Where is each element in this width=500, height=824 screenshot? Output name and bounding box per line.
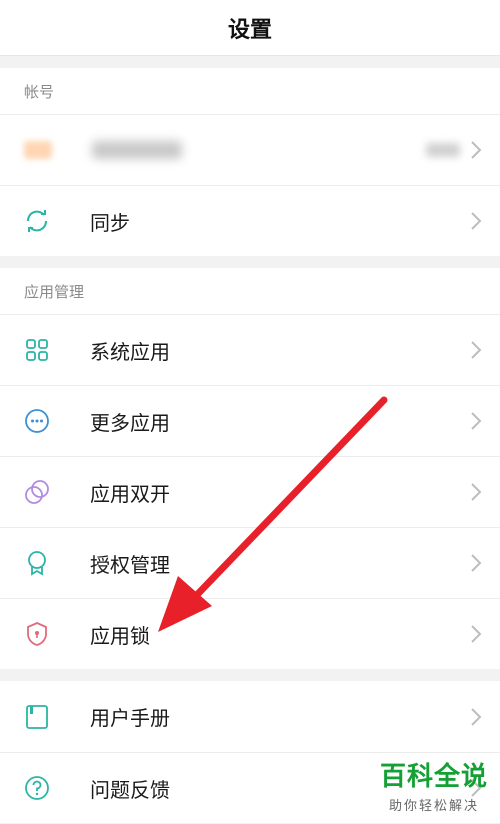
watermark-main-text: 百科全说 <box>379 762 488 792</box>
section-gap <box>0 669 500 681</box>
header-bar: 设置 <box>0 0 500 56</box>
account-section: 帐号 同步 <box>0 68 500 256</box>
chevron-right-icon <box>471 554 482 572</box>
dual-apps-label: 应用双开 <box>90 481 170 506</box>
system-apps-label: 系统应用 <box>90 339 170 364</box>
chevron-right-icon <box>471 707 482 726</box>
section-title-account: 帐号 <box>24 82 55 101</box>
feedback-label: 问题反馈 <box>90 777 170 802</box>
more-apps-row[interactable]: 更多应用 <box>0 385 500 456</box>
shield-lock-icon <box>24 621 50 647</box>
section-gap <box>0 256 500 268</box>
user-manual-label: 用户手册 <box>90 706 170 730</box>
account-avatar-icon <box>24 141 52 159</box>
chevron-right-icon <box>471 212 482 230</box>
more-dots-icon <box>24 408 50 434</box>
account-name <box>92 141 182 159</box>
system-apps-row[interactable]: 系统应用 <box>0 314 500 385</box>
dual-apps-row[interactable]: 应用双开 <box>0 456 500 527</box>
sync-icon <box>24 208 50 234</box>
more-apps-label: 更多应用 <box>90 410 170 435</box>
user-manual-row[interactable]: 用户手册 <box>0 681 500 752</box>
question-circle-icon <box>24 775 50 801</box>
app-management-section: 应用管理 系统应用 更多应用 应用双开 授权管理 应用锁 <box>0 268 500 669</box>
app-lock-label: 应用锁 <box>90 623 150 648</box>
badge-ribbon-icon <box>24 550 50 576</box>
grid-apps-icon <box>24 337 50 363</box>
chevron-right-icon <box>471 141 482 159</box>
chevron-right-icon <box>471 341 482 359</box>
page-title: 设置 <box>227 17 272 43</box>
permissions-row[interactable]: 授权管理 <box>0 527 500 598</box>
watermark-logo: 百科全说 助你轻松解决 <box>380 756 488 814</box>
app-lock-row[interactable]: 应用锁 <box>0 598 500 669</box>
manual-book-icon <box>24 704 50 730</box>
account-value <box>426 143 460 157</box>
section-title-app-management: 应用管理 <box>24 282 85 301</box>
watermark-sub-text: 助你轻松解决 <box>388 799 479 814</box>
permissions-label: 授权管理 <box>90 552 170 577</box>
account-row[interactable] <box>0 114 500 185</box>
sync-label: 同步 <box>90 210 130 235</box>
dual-apps-icon <box>24 479 50 505</box>
chevron-right-icon <box>471 483 482 501</box>
section-gap <box>0 56 500 68</box>
chevron-right-icon <box>471 625 482 643</box>
sync-row[interactable]: 同步 <box>0 185 500 256</box>
chevron-right-icon <box>471 412 482 430</box>
